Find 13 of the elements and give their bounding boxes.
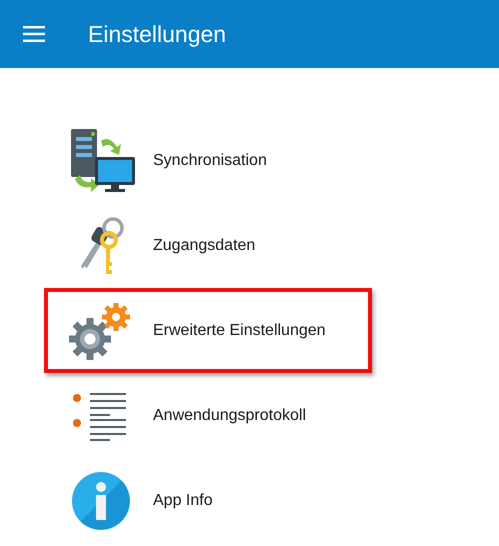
settings-item-label: Anwendungsprotokoll [153,406,306,424]
settings-item-label: Zugangsdaten [153,236,256,254]
settings-item-label: Erweiterte Einstellungen [153,322,326,340]
settings-item[interactable]: Anwendungsprotokoll [44,373,372,458]
settings-item-label: App Info [153,492,213,510]
menu-icon[interactable] [23,26,45,42]
settings-item[interactable]: Synchronisation [44,118,372,203]
info-icon [72,472,130,530]
settings-item[interactable]: Zugangsdaten [44,203,372,288]
settings-item[interactable]: Erweiterte Einstellungen [44,288,372,373]
settings-item-label: Synchronisation [153,152,267,170]
settings-item[interactable]: App Info [44,458,372,543]
app-bar-title: Einstellungen [88,20,226,48]
